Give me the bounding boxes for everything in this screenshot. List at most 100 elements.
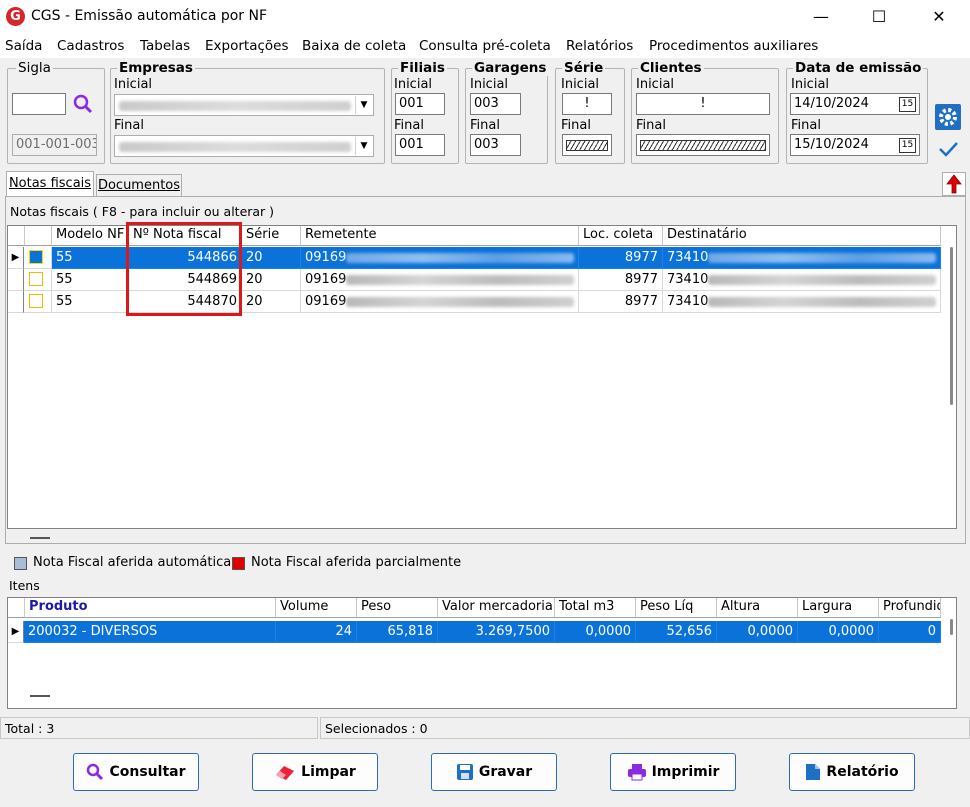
menu-relatorios[interactable]: Relatórios <box>566 38 633 54</box>
settings-button[interactable] <box>935 104 961 130</box>
resize-handle[interactable] <box>30 537 50 539</box>
menu-cadastros[interactable]: Cadastros <box>57 38 124 54</box>
notas-scrollbar[interactable] <box>946 247 956 527</box>
cell-remetente: 09169 <box>301 291 579 313</box>
col-peso-liq[interactable]: Peso Líq <box>636 598 717 618</box>
status-selecionados: Selecionados : 0 <box>320 717 970 739</box>
itens-caption: Itens <box>9 578 40 593</box>
search-icon[interactable] <box>72 94 94 114</box>
col-destinatario[interactable]: Destinatário <box>663 226 941 246</box>
tab-notas-fiscais-label: Notas fiscais <box>8 176 92 191</box>
row-checkbox[interactable] <box>29 250 43 264</box>
empresas-final-select[interactable]: ▼ <box>114 135 374 157</box>
status-total: Total : 3 <box>0 717 318 739</box>
garagens-final-label: Final <box>470 118 500 133</box>
garagens-label: Garagens <box>472 60 549 76</box>
itens-scrollbar[interactable] <box>946 619 956 639</box>
cell-altura: 0,0000 <box>717 621 798 643</box>
filiais-final-input[interactable]: 001 <box>395 134 445 156</box>
sigla-input[interactable] <box>12 93 66 115</box>
menu-baixa-coleta[interactable]: Baixa de coleta <box>302 38 406 54</box>
data-final-input[interactable]: 15/10/2024 15 <box>790 134 920 156</box>
imprimir-button[interactable]: Imprimir <box>610 753 736 791</box>
col-valor[interactable]: Valor mercadoria <box>438 598 555 618</box>
serie-inicial-input[interactable]: ! <box>562 93 612 115</box>
garagens-inicial-input[interactable]: 003 <box>470 93 521 115</box>
maximize-button[interactable]: ☐ <box>856 4 902 30</box>
data-inicial-value: 14/10/2024 <box>794 96 869 111</box>
clientes-final-input[interactable] <box>636 134 770 156</box>
clientes-inicial-input[interactable]: ! <box>636 93 770 115</box>
limpar-button[interactable]: Limpar <box>252 753 378 791</box>
resize-handle[interactable] <box>30 695 50 697</box>
tab-documentos[interactable]: Documentos <box>96 174 182 197</box>
consultar-button[interactable]: Consultar <box>73 753 199 791</box>
menu-procedimentos[interactable]: Procedimentos auxiliares <box>649 38 818 54</box>
arrow-up-icon <box>946 174 962 194</box>
col-serie[interactable]: Série <box>242 226 301 246</box>
col-total-m3[interactable]: Total m3 <box>555 598 636 618</box>
col-altura[interactable]: Altura <box>717 598 798 618</box>
row-indicator-icon <box>8 269 24 291</box>
cell-modelo: 55 <box>52 247 129 269</box>
data-final-value: 15/10/2024 <box>794 137 869 152</box>
clientes-inicial-label: Inicial <box>636 77 675 92</box>
relatorio-button[interactable]: Relatório <box>789 753 915 791</box>
col-peso[interactable]: Peso <box>357 598 438 618</box>
cell-valor: 3.269,7500 <box>438 621 555 643</box>
gravar-button[interactable]: Gravar <box>431 753 557 791</box>
consultar-label: Consultar <box>109 764 186 780</box>
notas-scroll-thumb[interactable] <box>950 247 953 405</box>
cell-remetente-text: 09169 <box>305 250 347 265</box>
cell-loc: 8977 <box>579 269 663 291</box>
row-indicator-icon: ▶ <box>8 621 24 643</box>
check-icon <box>939 142 958 157</box>
empresas-label: Empresas <box>117 60 195 76</box>
chevron-down-icon[interactable]: ▼ <box>355 96 372 114</box>
calendar-icon[interactable]: 15 <box>899 138 916 153</box>
col-modelo-nf[interactable]: Modelo NF <box>52 226 129 246</box>
calendar-icon[interactable]: 15 <box>899 97 916 112</box>
notas-caption: Notas fiscais ( F8 - para incluir ou alt… <box>10 204 275 219</box>
cell-modelo: 55 <box>52 269 129 291</box>
garagens-final-input[interactable]: 003 <box>470 134 521 156</box>
menu-consulta-pre-coleta[interactable]: Consulta pré-coleta <box>419 38 551 54</box>
table-row[interactable]: ▶ 200032 - DIVERSOS 24 65,818 3.269,7500… <box>8 621 941 643</box>
serie-final-input[interactable] <box>562 134 612 156</box>
col-volume[interactable]: Volume <box>276 598 357 618</box>
col-largura[interactable]: Largura <box>798 598 879 618</box>
itens-scroll-thumb[interactable] <box>950 619 953 635</box>
col-remetente[interactable]: Remetente <box>301 226 579 246</box>
col-produto[interactable]: Produto <box>25 598 276 618</box>
close-button[interactable]: ✕ <box>916 4 962 30</box>
chevron-down-icon[interactable]: ▼ <box>355 137 372 155</box>
data-inicial-label: Inicial <box>791 77 830 92</box>
cell-serie: 20 <box>242 269 301 291</box>
confirm-button[interactable] <box>935 136 961 162</box>
menu-saida[interactable]: Saída <box>5 38 42 54</box>
cell-destinatario-text: 73410 <box>667 272 709 287</box>
cell-remetente-text: 09169 <box>305 294 347 309</box>
menu-tabelas[interactable]: Tabelas <box>140 38 190 54</box>
cell-destinatario: 73410 <box>663 291 941 313</box>
col-loc-coleta[interactable]: Loc. coleta <box>579 226 663 246</box>
save-icon <box>456 764 473 780</box>
data-inicial-input[interactable]: 14/10/2024 15 <box>790 93 920 115</box>
data-emissao-label: Data de emissão <box>793 60 924 76</box>
empresas-inicial-select[interactable]: ▼ <box>114 94 374 116</box>
row-checkbox[interactable] <box>29 294 43 308</box>
row-checkbox[interactable] <box>29 272 43 286</box>
col-profundidade[interactable]: Profundid <box>879 598 941 618</box>
minimize-button[interactable]: — <box>798 4 844 30</box>
tab-notas-fiscais[interactable]: Notas fiscais <box>6 171 94 198</box>
itens-grid[interactable]: Produto Volume Peso Valor mercadoria Tot… <box>7 597 957 709</box>
filiais-inicial-input[interactable]: 001 <box>395 93 445 115</box>
window-title: CGS - Emissão automática por NF <box>31 8 268 24</box>
cell-peso: 65,818 <box>357 621 438 643</box>
eraser-icon <box>276 766 295 780</box>
arrow-up-button[interactable] <box>942 172 966 196</box>
cell-destinatario: 73410 <box>663 269 941 291</box>
data-final-label: Final <box>791 118 821 133</box>
menu-exportacoes[interactable]: Exportações <box>205 38 289 54</box>
limpar-label: Limpar <box>301 764 356 780</box>
